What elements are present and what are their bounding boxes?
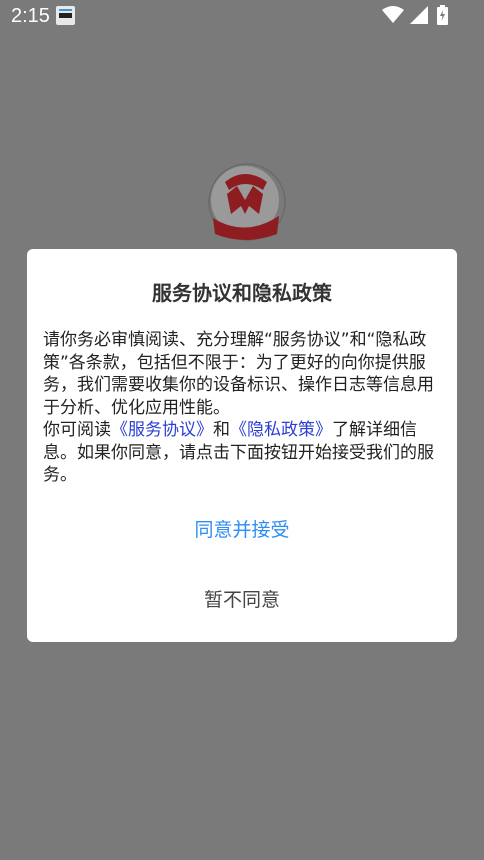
app-notification-icon — [56, 6, 75, 25]
metro-logo — [203, 160, 287, 244]
decline-button[interactable]: 暂不同意 — [27, 585, 457, 612]
dialog-body: 请你务必审慎阅读、充分理解“服务协议”和“隐私政策”各条款，包括但不限于：为了更… — [43, 329, 443, 487]
service-agreement-link[interactable]: 《服务协议》 — [111, 420, 213, 440]
dialog-paragraph-2: 你可阅读《服务协议》和《隐私政策》了解详细信息。如果你同意，请点击下面按钮开始接… — [43, 419, 443, 487]
privacy-dialog: 服务协议和隐私政策 请你务必审慎阅读、充分理解“服务协议”和“隐私政策”各条款，… — [27, 249, 457, 642]
status-time: 2:15 — [11, 5, 50, 27]
wifi-icon — [382, 6, 404, 29]
status-bar: 2:15 — [0, 0, 484, 32]
dialog-title: 服务协议和隐私政策 — [152, 281, 332, 305]
dialog-paragraph-1: 请你务必审慎阅读、充分理解“服务协议”和“隐私政策”各条款，包括但不限于：为了更… — [43, 330, 434, 418]
p2-and: 和 — [213, 420, 230, 440]
p2-prefix: 你可阅读 — [43, 420, 111, 440]
agree-button[interactable]: 同意并接受 — [27, 515, 457, 542]
cell-signal-icon — [410, 6, 428, 29]
battery-charging-icon — [437, 5, 448, 30]
privacy-policy-link[interactable]: 《隐私政策》 — [230, 420, 332, 440]
